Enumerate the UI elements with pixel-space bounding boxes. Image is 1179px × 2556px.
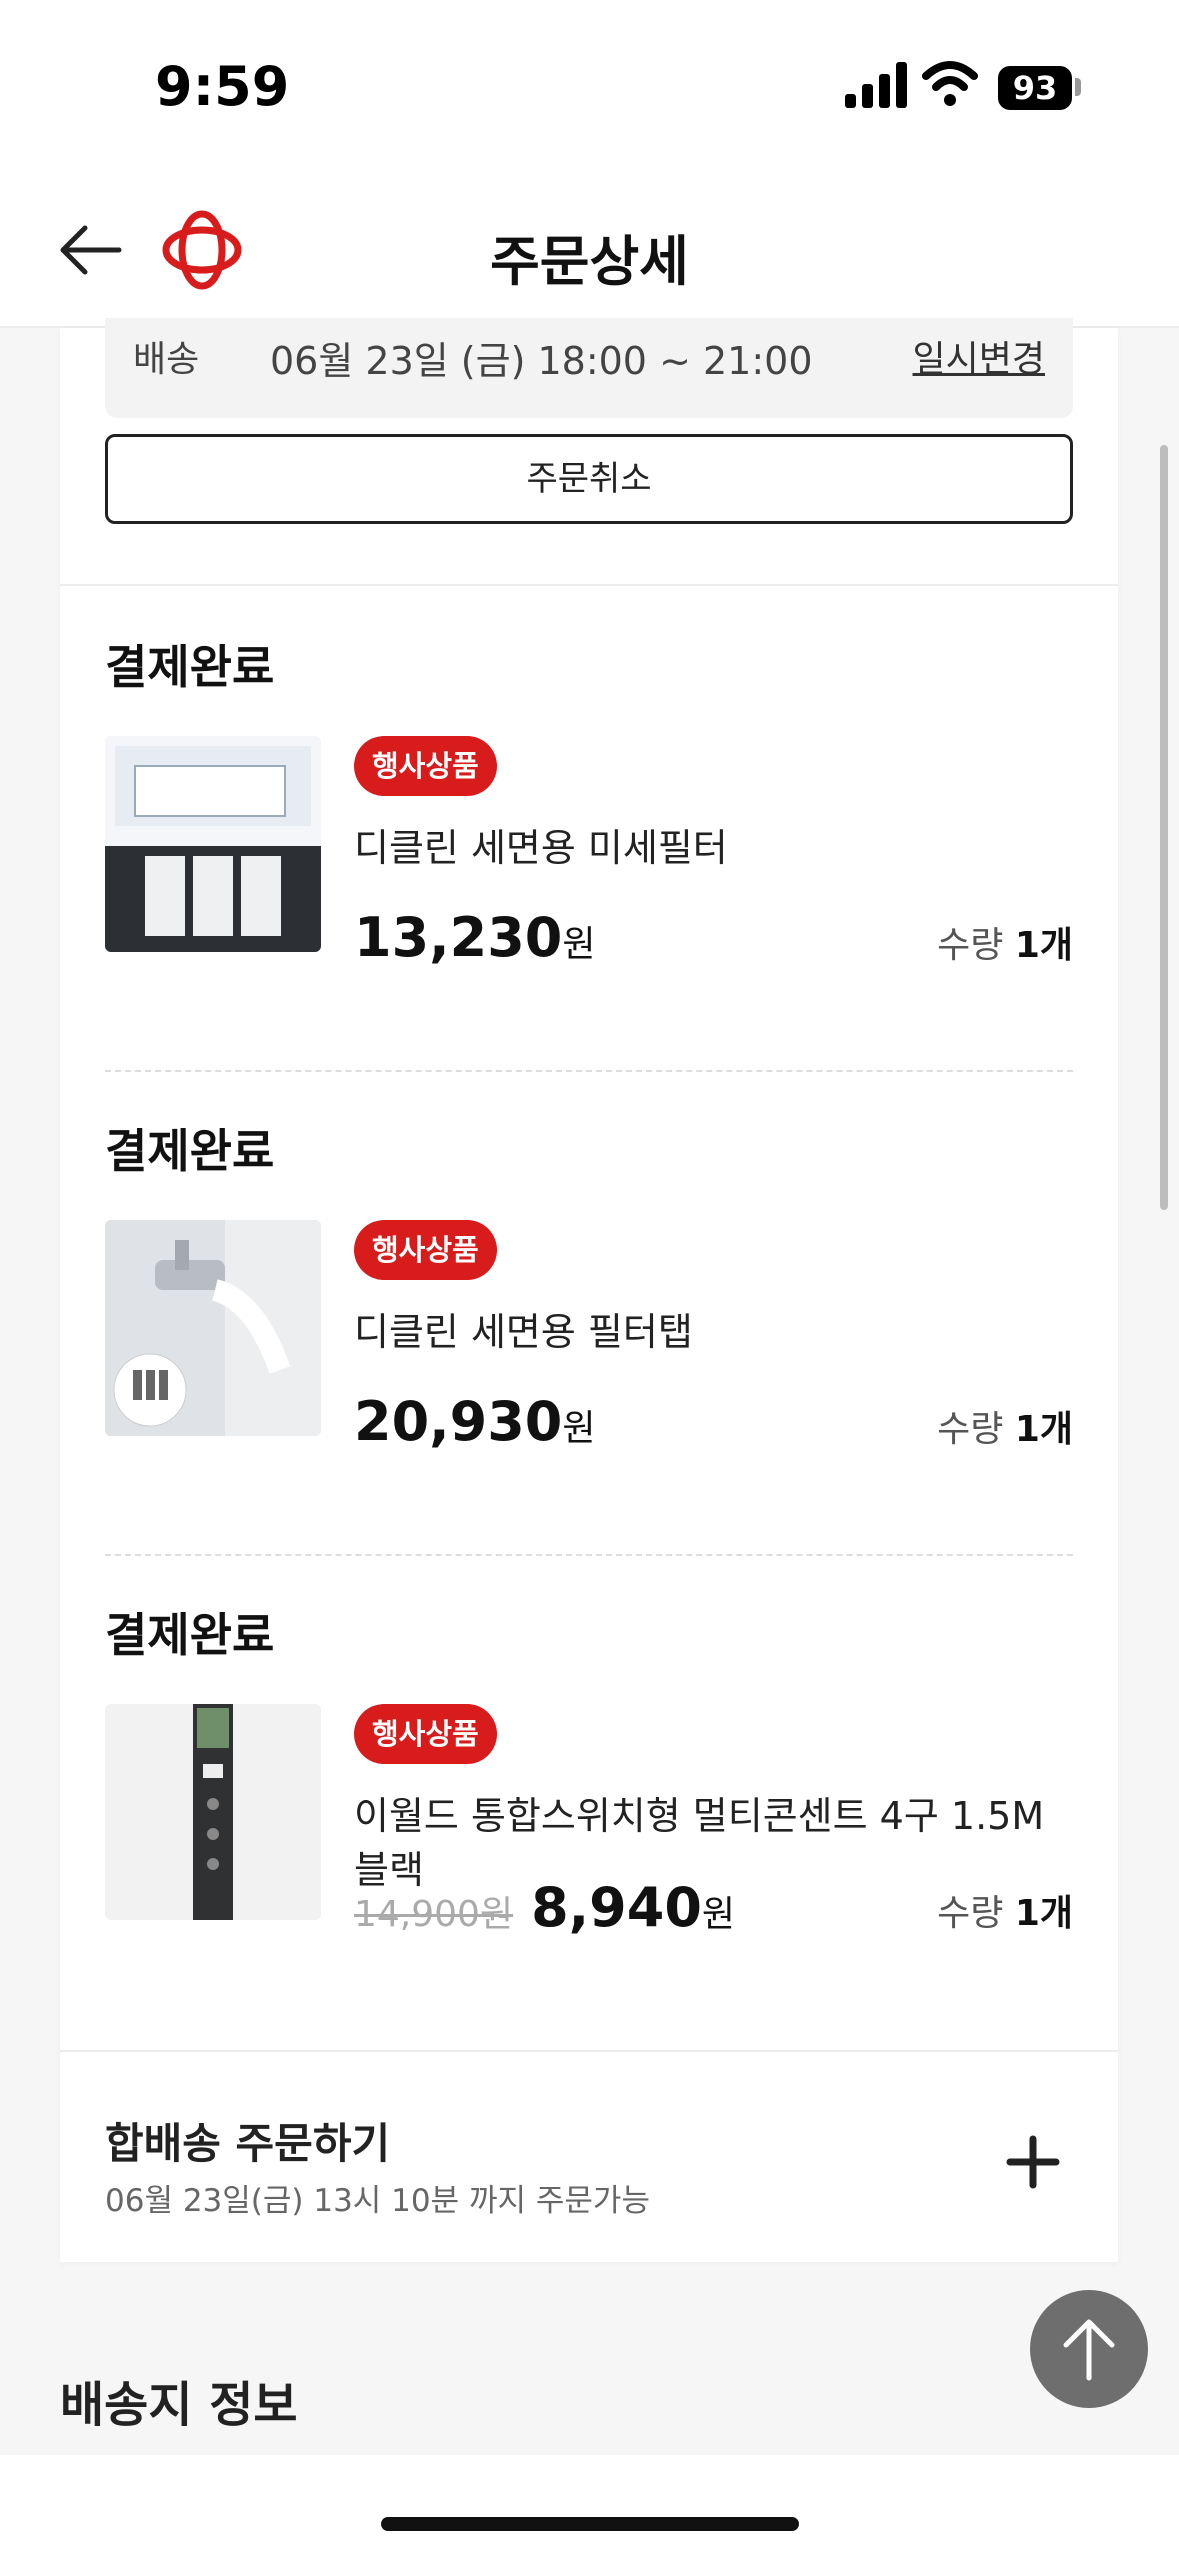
status-bar: 9:59 93	[0, 0, 1179, 175]
plus-icon[interactable]	[1006, 2135, 1060, 2189]
quantity-value: 1개	[1014, 925, 1073, 966]
price-row: 20,930원	[354, 1390, 596, 1460]
scrollbar[interactable]	[1160, 445, 1168, 1210]
product-image[interactable]	[105, 1704, 321, 1920]
event-badge: 행사상품	[354, 1704, 497, 1764]
cancel-order-button[interactable]: 주문취소	[105, 434, 1073, 524]
item-status: 결제완료	[105, 640, 275, 694]
wifi-icon	[922, 61, 978, 106]
scroll-to-top-button[interactable]	[1030, 2290, 1148, 2408]
delivery-label: 배송	[133, 339, 200, 380]
price-unit: 원	[701, 1894, 736, 1935]
delivery-time: 06월 23일 (금) 18:00 ~ 21:00	[270, 339, 813, 383]
page-title: 주문상세	[490, 230, 689, 293]
price-unit: 원	[562, 924, 596, 965]
order-item[interactable]: 결제완료 행사상품 디클린 세면용 필터탭 20,930원 수량 1개	[60, 1070, 1118, 1554]
combined-delivery-row[interactable]: 합배송 주문하기 06월 23일(금) 13시 10분 까지 주문가능	[60, 2050, 1118, 2262]
price-unit: 원	[562, 1408, 596, 1449]
order-card: 배송 06월 23일 (금) 18:00 ~ 21:00 일시변경 주문취소 결…	[60, 318, 1118, 2262]
price: 8,940	[531, 1876, 702, 1939]
quantity-value: 1개	[1014, 1893, 1073, 1934]
combined-delivery-title: 합배송 주문하기	[105, 2119, 391, 2168]
product-image[interactable]	[105, 1220, 321, 1436]
order-item[interactable]: 결제완료 행사상품 디클린 세면용 미세필터 13,230원 수량 1개	[60, 586, 1118, 1070]
item-status: 결제완료	[105, 1608, 275, 1662]
price: 20,930	[354, 1390, 563, 1453]
original-price: 14,900원	[354, 1894, 514, 1935]
product-name[interactable]: 디클린 세면용 필터탭	[354, 1305, 1134, 1359]
arrow-up-icon	[1063, 2319, 1115, 2381]
quantity-label: 수량	[937, 1409, 1004, 1450]
event-badge: 행사상품	[354, 1220, 497, 1280]
order-item[interactable]: 결제완료 행사상품 이월드 통합스위치형 멀티콘센트 4구 1.5M 블랙 14…	[60, 1554, 1118, 2038]
battery-indicator: 93	[998, 66, 1072, 110]
quantity-label: 수량	[937, 925, 1004, 966]
shipping-info-title: 배송지 정보	[60, 2377, 298, 2433]
price-row: 13,230원	[354, 906, 596, 976]
quantity: 수량 1개	[937, 1400, 1073, 1452]
battery-tip	[1075, 78, 1081, 96]
quantity-label: 수량	[937, 1893, 1004, 1934]
product-image[interactable]	[105, 736, 321, 952]
delivery-info: 배송 06월 23일 (금) 18:00 ~ 21:00 일시변경	[105, 318, 1073, 418]
event-badge: 행사상품	[354, 736, 497, 796]
product-name[interactable]: 디클린 세면용 미세필터	[354, 821, 1134, 875]
change-schedule-link[interactable]: 일시변경	[913, 330, 1045, 382]
quantity: 수량 1개	[937, 916, 1073, 968]
status-time: 9:59	[155, 55, 290, 118]
price: 13,230	[354, 906, 563, 969]
home-bar	[0, 2455, 1179, 2556]
combined-delivery-deadline: 06월 23일(금) 13시 10분 까지 주문가능	[105, 2183, 650, 2219]
header: 주문상세	[0, 175, 1179, 328]
signal-icon	[845, 62, 907, 108]
price-row: 14,900원 8,940원	[354, 1876, 735, 1946]
quantity: 수량 1개	[937, 1884, 1073, 1936]
home-indicator[interactable]	[381, 2517, 799, 2531]
item-status: 결제완료	[105, 1124, 275, 1178]
quantity-value: 1개	[1014, 1409, 1073, 1450]
